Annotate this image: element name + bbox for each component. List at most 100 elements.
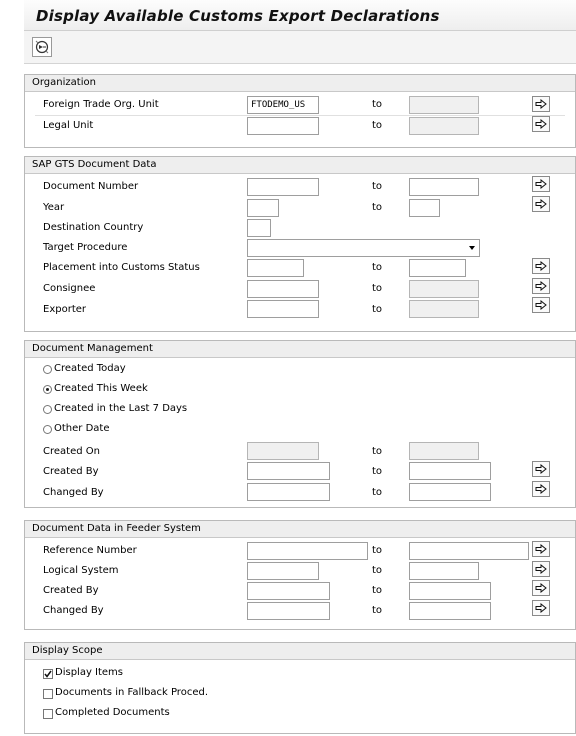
dest-country-input[interactable] (247, 219, 271, 237)
display-scope-frame: Display Scope Display Items Documents in… (24, 642, 576, 734)
chevron-down-icon (469, 246, 475, 250)
arrow-right-icon (535, 99, 547, 109)
feeder-changed-by-to-input[interactable] (409, 602, 491, 620)
frame-title: Document Data in Feeder System (25, 521, 575, 538)
to-label: to (372, 120, 383, 131)
legal-unit-multiple-selection-button[interactable] (532, 116, 550, 132)
checkbox-fallback-procedure[interactable] (43, 689, 53, 699)
logical-system-from-input[interactable] (247, 562, 319, 580)
radio-label: Other Date (54, 423, 110, 434)
radio-other-date[interactable] (43, 425, 52, 434)
legal-unit-to-input[interactable] (409, 117, 479, 135)
to-label: to (372, 446, 383, 457)
consignee-to-input[interactable] (409, 280, 479, 298)
checkbox-display-items[interactable] (43, 669, 53, 679)
logical-system-to-input[interactable] (409, 562, 479, 580)
placement-from-input[interactable] (247, 259, 304, 277)
radio-label: Created This Week (54, 383, 148, 394)
arrow-right-icon (535, 484, 547, 494)
exporter-label: Exporter (43, 304, 86, 315)
placement-multiple-selection-button[interactable] (532, 258, 550, 274)
frame-title: Document Management (25, 341, 575, 358)
legal-unit-label: Legal Unit (43, 120, 94, 131)
arrow-right-icon (535, 179, 547, 189)
fto-to-input[interactable] (409, 96, 479, 114)
document-management-frame: Document Management Created Today Create… (24, 340, 576, 508)
created-by-multiple-selection-button[interactable] (532, 461, 550, 477)
checkbox-completed-documents[interactable] (43, 709, 53, 719)
fto-multiple-selection-button[interactable] (532, 96, 550, 112)
to-label: to (372, 466, 383, 477)
doc-number-from-input[interactable] (247, 178, 319, 196)
ref-number-multiple-selection-button[interactable] (532, 541, 550, 557)
radio-created-this-week[interactable] (43, 385, 52, 394)
logical-system-label: Logical System (43, 565, 119, 576)
to-label: to (372, 202, 383, 213)
to-label: to (372, 99, 383, 110)
checkbox-label: Documents in Fallback Proced. (55, 687, 208, 698)
execute-button[interactable] (32, 37, 52, 57)
consignee-multiple-selection-button[interactable] (532, 278, 550, 294)
toolbar (24, 31, 576, 64)
exporter-to-input[interactable] (409, 300, 479, 318)
arrow-right-icon (535, 564, 547, 574)
consignee-from-input[interactable] (247, 280, 319, 298)
arrow-right-icon (535, 544, 547, 554)
arrow-right-icon (535, 300, 547, 310)
changed-by-from-input[interactable] (247, 483, 330, 501)
logical-system-multiple-selection-button[interactable] (532, 561, 550, 577)
checkbox-label: Display Items (55, 667, 124, 678)
placement-to-input[interactable] (409, 259, 466, 277)
to-label: to (372, 585, 383, 596)
to-label: to (372, 262, 383, 273)
created-by-to-input[interactable] (409, 462, 491, 480)
year-label: Year (43, 202, 65, 213)
changed-by-multiple-selection-button[interactable] (532, 481, 550, 497)
target-procedure-dropdown[interactable] (247, 239, 480, 257)
arrow-right-icon (535, 261, 547, 271)
consignee-label: Consignee (43, 283, 96, 294)
created-on-to-input[interactable] (409, 442, 479, 460)
radio-label: Created in the Last 7 Days (54, 403, 188, 414)
radio-created-last-7-days[interactable] (43, 405, 52, 414)
legal-unit-from-input[interactable] (247, 117, 319, 135)
execute-icon (35, 40, 49, 54)
to-label: to (372, 565, 383, 576)
fto-label: Foreign Trade Org. Unit (43, 99, 159, 110)
arrow-right-icon (535, 119, 547, 129)
year-multiple-selection-button[interactable] (532, 196, 550, 212)
radio-label: Created Today (54, 363, 126, 374)
changed-by-to-input[interactable] (409, 483, 491, 501)
feeder-created-by-label: Created By (43, 585, 99, 596)
radio-created-today[interactable] (43, 365, 52, 374)
doc-number-multiple-selection-button[interactable] (532, 176, 550, 192)
ref-number-from-input[interactable] (247, 542, 368, 560)
exporter-multiple-selection-button[interactable] (532, 297, 550, 313)
to-label: to (372, 605, 383, 616)
ref-number-to-input[interactable] (409, 542, 529, 560)
title-bar: Display Available Customs Export Declara… (24, 0, 576, 31)
created-on-from-input[interactable] (247, 442, 319, 460)
created-on-label: Created On (43, 446, 100, 457)
to-label: to (372, 487, 383, 498)
arrow-right-icon (535, 464, 547, 474)
gts-document-frame: SAP GTS Document Data Document Number to… (24, 156, 576, 332)
frame-title: SAP GTS Document Data (25, 157, 575, 174)
exporter-from-input[interactable] (247, 300, 319, 318)
created-by-from-input[interactable] (247, 462, 330, 480)
to-label: to (372, 283, 383, 294)
year-from-input[interactable] (247, 199, 279, 217)
arrow-right-icon (535, 583, 547, 593)
feeder-created-by-to-input[interactable] (409, 582, 491, 600)
feeder-created-by-multiple-selection-button[interactable] (532, 580, 550, 596)
page-title: Display Available Customs Export Declara… (36, 7, 440, 25)
arrow-right-icon (535, 281, 547, 291)
placement-label: Placement into Customs Status (43, 262, 200, 273)
feeder-created-by-from-input[interactable] (247, 582, 330, 600)
year-to-input[interactable] (409, 199, 440, 217)
doc-number-to-input[interactable] (409, 178, 479, 196)
feeder-changed-by-from-input[interactable] (247, 602, 330, 620)
organization-frame: Organization Foreign Trade Org. Unit FTO… (24, 74, 576, 148)
fto-from-input[interactable]: FTODEMO_US (247, 96, 319, 114)
feeder-changed-by-multiple-selection-button[interactable] (532, 600, 550, 616)
